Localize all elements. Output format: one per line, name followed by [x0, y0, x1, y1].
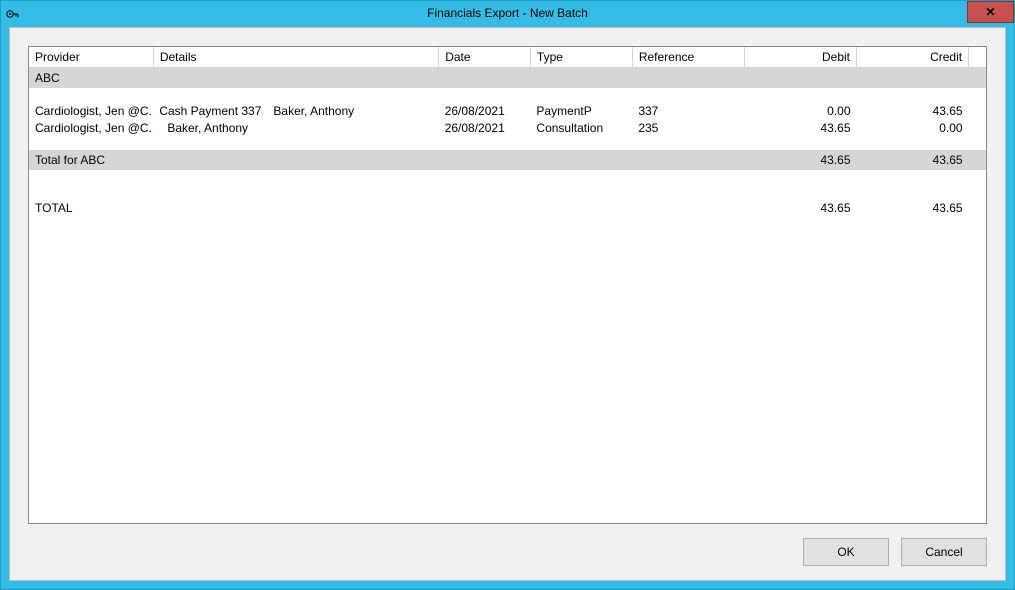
col-scroll-spacer — [969, 47, 986, 68]
data-row[interactable]: Cardiologist, Jen @C... Baker, Anthony 2… — [29, 119, 986, 136]
close-button[interactable]: ✕ — [967, 1, 1014, 23]
subtotal-credit: 43.65 — [857, 150, 969, 170]
cell-provider: Cardiologist, Jen @C... — [29, 119, 153, 136]
cell-reference: 235 — [632, 119, 744, 136]
cancel-button[interactable]: Cancel — [901, 538, 987, 566]
cell-reference: 337 — [632, 102, 744, 119]
col-debit[interactable]: Debit — [744, 47, 856, 68]
grand-total-debit: 43.65 — [744, 198, 856, 218]
cell-provider: Cardiologist, Jen @C... — [29, 102, 153, 119]
grand-total-credit: 43.65 — [857, 198, 969, 218]
group-subtotal-row[interactable]: Total for ABC 43.65 43.65 — [29, 150, 986, 170]
window-title: Financials Export - New Batch — [1, 6, 1014, 20]
column-header-row[interactable]: Provider Details Date Type Reference Deb… — [29, 47, 986, 68]
col-provider[interactable]: Provider — [29, 47, 153, 68]
cell-date: 26/08/2021 — [439, 102, 531, 119]
cell-details: Cash Payment 337 Baker, Anthony — [153, 102, 438, 119]
col-reference[interactable]: Reference — [632, 47, 744, 68]
subtotal-debit: 43.65 — [744, 150, 856, 170]
data-grid[interactable]: Provider Details Date Type Reference Deb… — [28, 46, 987, 524]
titlebar[interactable]: Financials Export - New Batch ✕ — [1, 1, 1014, 27]
ok-button[interactable]: OK — [803, 538, 889, 566]
group-header-row[interactable]: ABC — [29, 68, 986, 89]
cell-credit: 0.00 — [857, 119, 969, 136]
col-details[interactable]: Details — [153, 47, 438, 68]
window-frame: Financials Export - New Batch ✕ — [0, 0, 1015, 590]
cell-credit: 43.65 — [857, 102, 969, 119]
dialog-buttons: OK Cancel — [803, 538, 987, 566]
close-icon: ✕ — [985, 6, 995, 18]
client-area: Provider Details Date Type Reference Deb… — [9, 27, 1006, 581]
cell-date: 26/08/2021 — [439, 119, 531, 136]
col-credit[interactable]: Credit — [857, 47, 969, 68]
col-type[interactable]: Type — [530, 47, 632, 68]
subtotal-label: Total for ABC — [29, 150, 744, 170]
cell-type: Consultation — [530, 119, 632, 136]
group-name: ABC — [29, 68, 986, 89]
cell-debit: 0.00 — [744, 102, 856, 119]
cell-type: PaymentP — [530, 102, 632, 119]
data-row[interactable]: Cardiologist, Jen @C... Cash Payment 337… — [29, 102, 986, 119]
grand-total-row[interactable]: TOTAL 43.65 43.65 — [29, 198, 986, 218]
cell-details: Baker, Anthony — [153, 119, 438, 136]
col-date[interactable]: Date — [439, 47, 531, 68]
cell-debit: 43.65 — [744, 119, 856, 136]
grand-total-label: TOTAL — [29, 198, 744, 218]
